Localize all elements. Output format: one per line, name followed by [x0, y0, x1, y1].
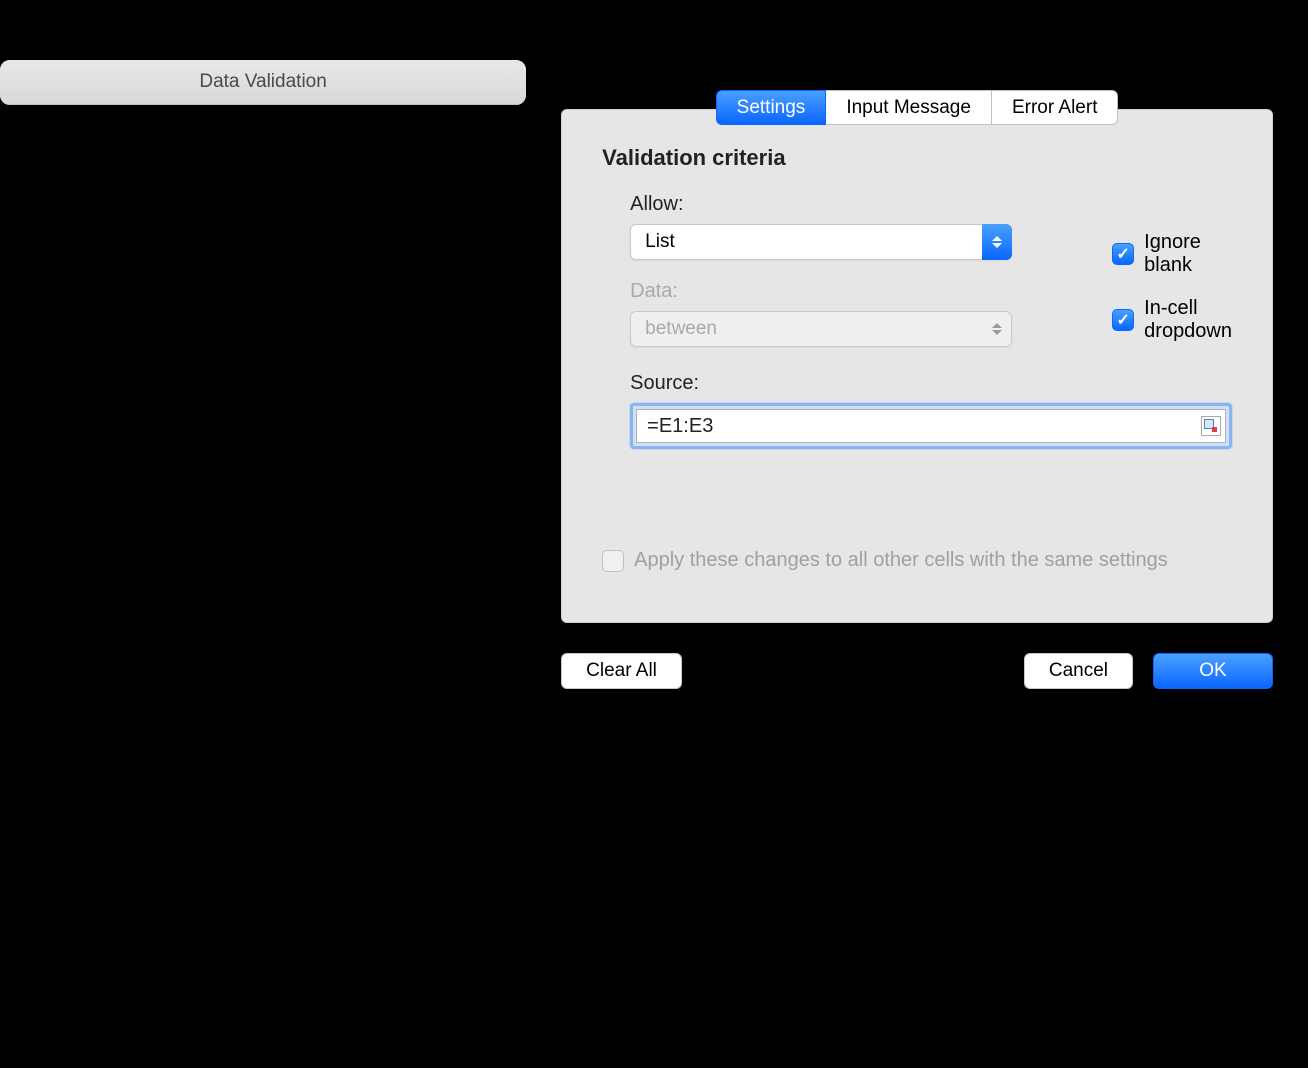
apply-changes-label: Apply these changes to all other cells w… [634, 549, 1168, 572]
in-cell-dropdown-checkbox[interactable]: ✓ [1112, 309, 1134, 331]
source-input[interactable] [636, 409, 1226, 443]
criteria-row: Allow: List Data: [602, 193, 1232, 367]
dialog-title: Data Validation [0, 60, 526, 105]
ok-button[interactable]: OK [1153, 653, 1273, 689]
data-select: between [630, 311, 1012, 347]
ignore-blank-row: ✓ Ignore blank [1112, 231, 1232, 277]
dialog-footer: Clear All Cancel OK [561, 653, 1273, 689]
cancel-button[interactable]: Cancel [1024, 653, 1133, 689]
settings-panel: Validation criteria Allow: List [561, 109, 1273, 623]
source-label: Source: [630, 372, 1232, 395]
in-cell-dropdown-row: ✓ In-cell dropdown [1112, 297, 1232, 343]
criteria-right-column: ✓ Ignore blank ✓ In-cell dropdown [1112, 193, 1232, 367]
allow-select-wrap: List [630, 224, 1012, 260]
apply-changes-row: Apply these changes to all other cells w… [602, 549, 1232, 572]
tab-settings[interactable]: Settings [716, 90, 827, 125]
criteria-left-column: Allow: List Data: [602, 193, 1012, 367]
apply-changes-checkbox [602, 550, 624, 572]
data-select-value: between [645, 318, 717, 340]
data-select-wrap: between [630, 311, 1012, 347]
apply-changes-checkbox-row: Apply these changes to all other cells w… [602, 549, 1232, 572]
ignore-blank-checkbox[interactable]: ✓ [1112, 243, 1134, 265]
allow-select-arrows-icon[interactable] [982, 224, 1012, 260]
in-cell-dropdown-label: In-cell dropdown [1144, 297, 1232, 343]
data-select-arrows-icon [982, 311, 1012, 347]
data-label: Data: [630, 280, 1012, 303]
allow-select[interactable]: List [630, 224, 1012, 260]
clear-all-button[interactable]: Clear All [561, 653, 682, 689]
data-validation-dialog: Data Validation [0, 60, 526, 105]
allow-select-value: List [645, 231, 675, 253]
range-selector-icon [1204, 419, 1218, 433]
tab-error-alert[interactable]: Error Alert [992, 90, 1119, 125]
tab-input-message[interactable]: Input Message [826, 90, 992, 125]
footer-right: Cancel OK [1024, 653, 1273, 689]
source-input-wrap [630, 403, 1232, 449]
checkmark-icon: ✓ [1116, 244, 1129, 264]
source-section: Source: [602, 372, 1232, 449]
allow-label: Allow: [630, 193, 1012, 216]
range-selector-button[interactable] [1201, 416, 1221, 436]
dialog-body: Settings Input Message Error Alert Valid… [526, 60, 1308, 719]
ignore-blank-label: Ignore blank [1144, 231, 1232, 277]
checkmark-icon: ✓ [1116, 310, 1129, 330]
validation-criteria-heading: Validation criteria [602, 145, 1232, 171]
